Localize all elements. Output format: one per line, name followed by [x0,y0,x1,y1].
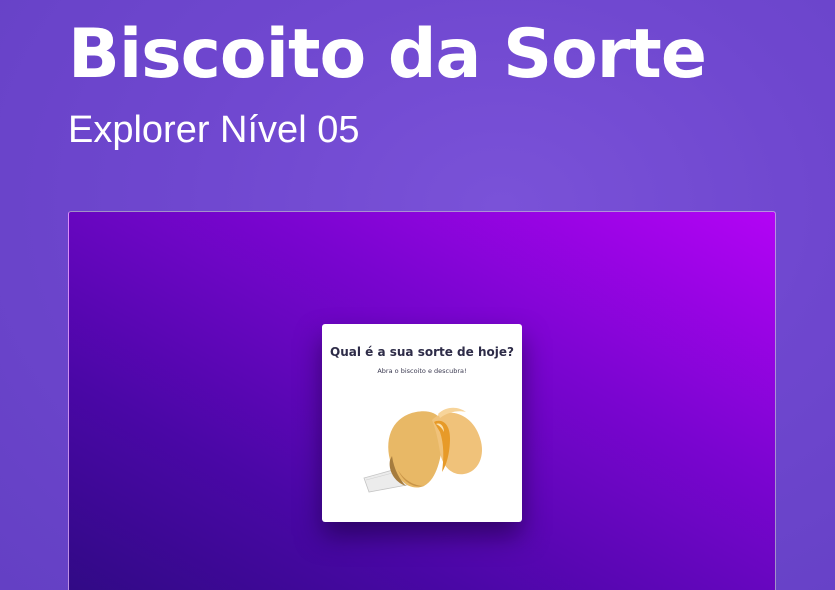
page-title: Biscoito da Sorte [68,15,707,94]
card-question: Qual é a sua sorte de hoje? [330,345,514,359]
card-instruction: Abra o biscoito e descubra! [377,367,467,375]
page-subtitle: Explorer Nível 05 [68,109,360,151]
app-preview-frame: Qual é a sua sorte de hoje? Abra o bisco… [68,211,776,590]
fortune-card: Qual é a sua sorte de hoje? Abra o bisco… [322,324,522,522]
fortune-cookie-icon[interactable] [360,400,486,496]
